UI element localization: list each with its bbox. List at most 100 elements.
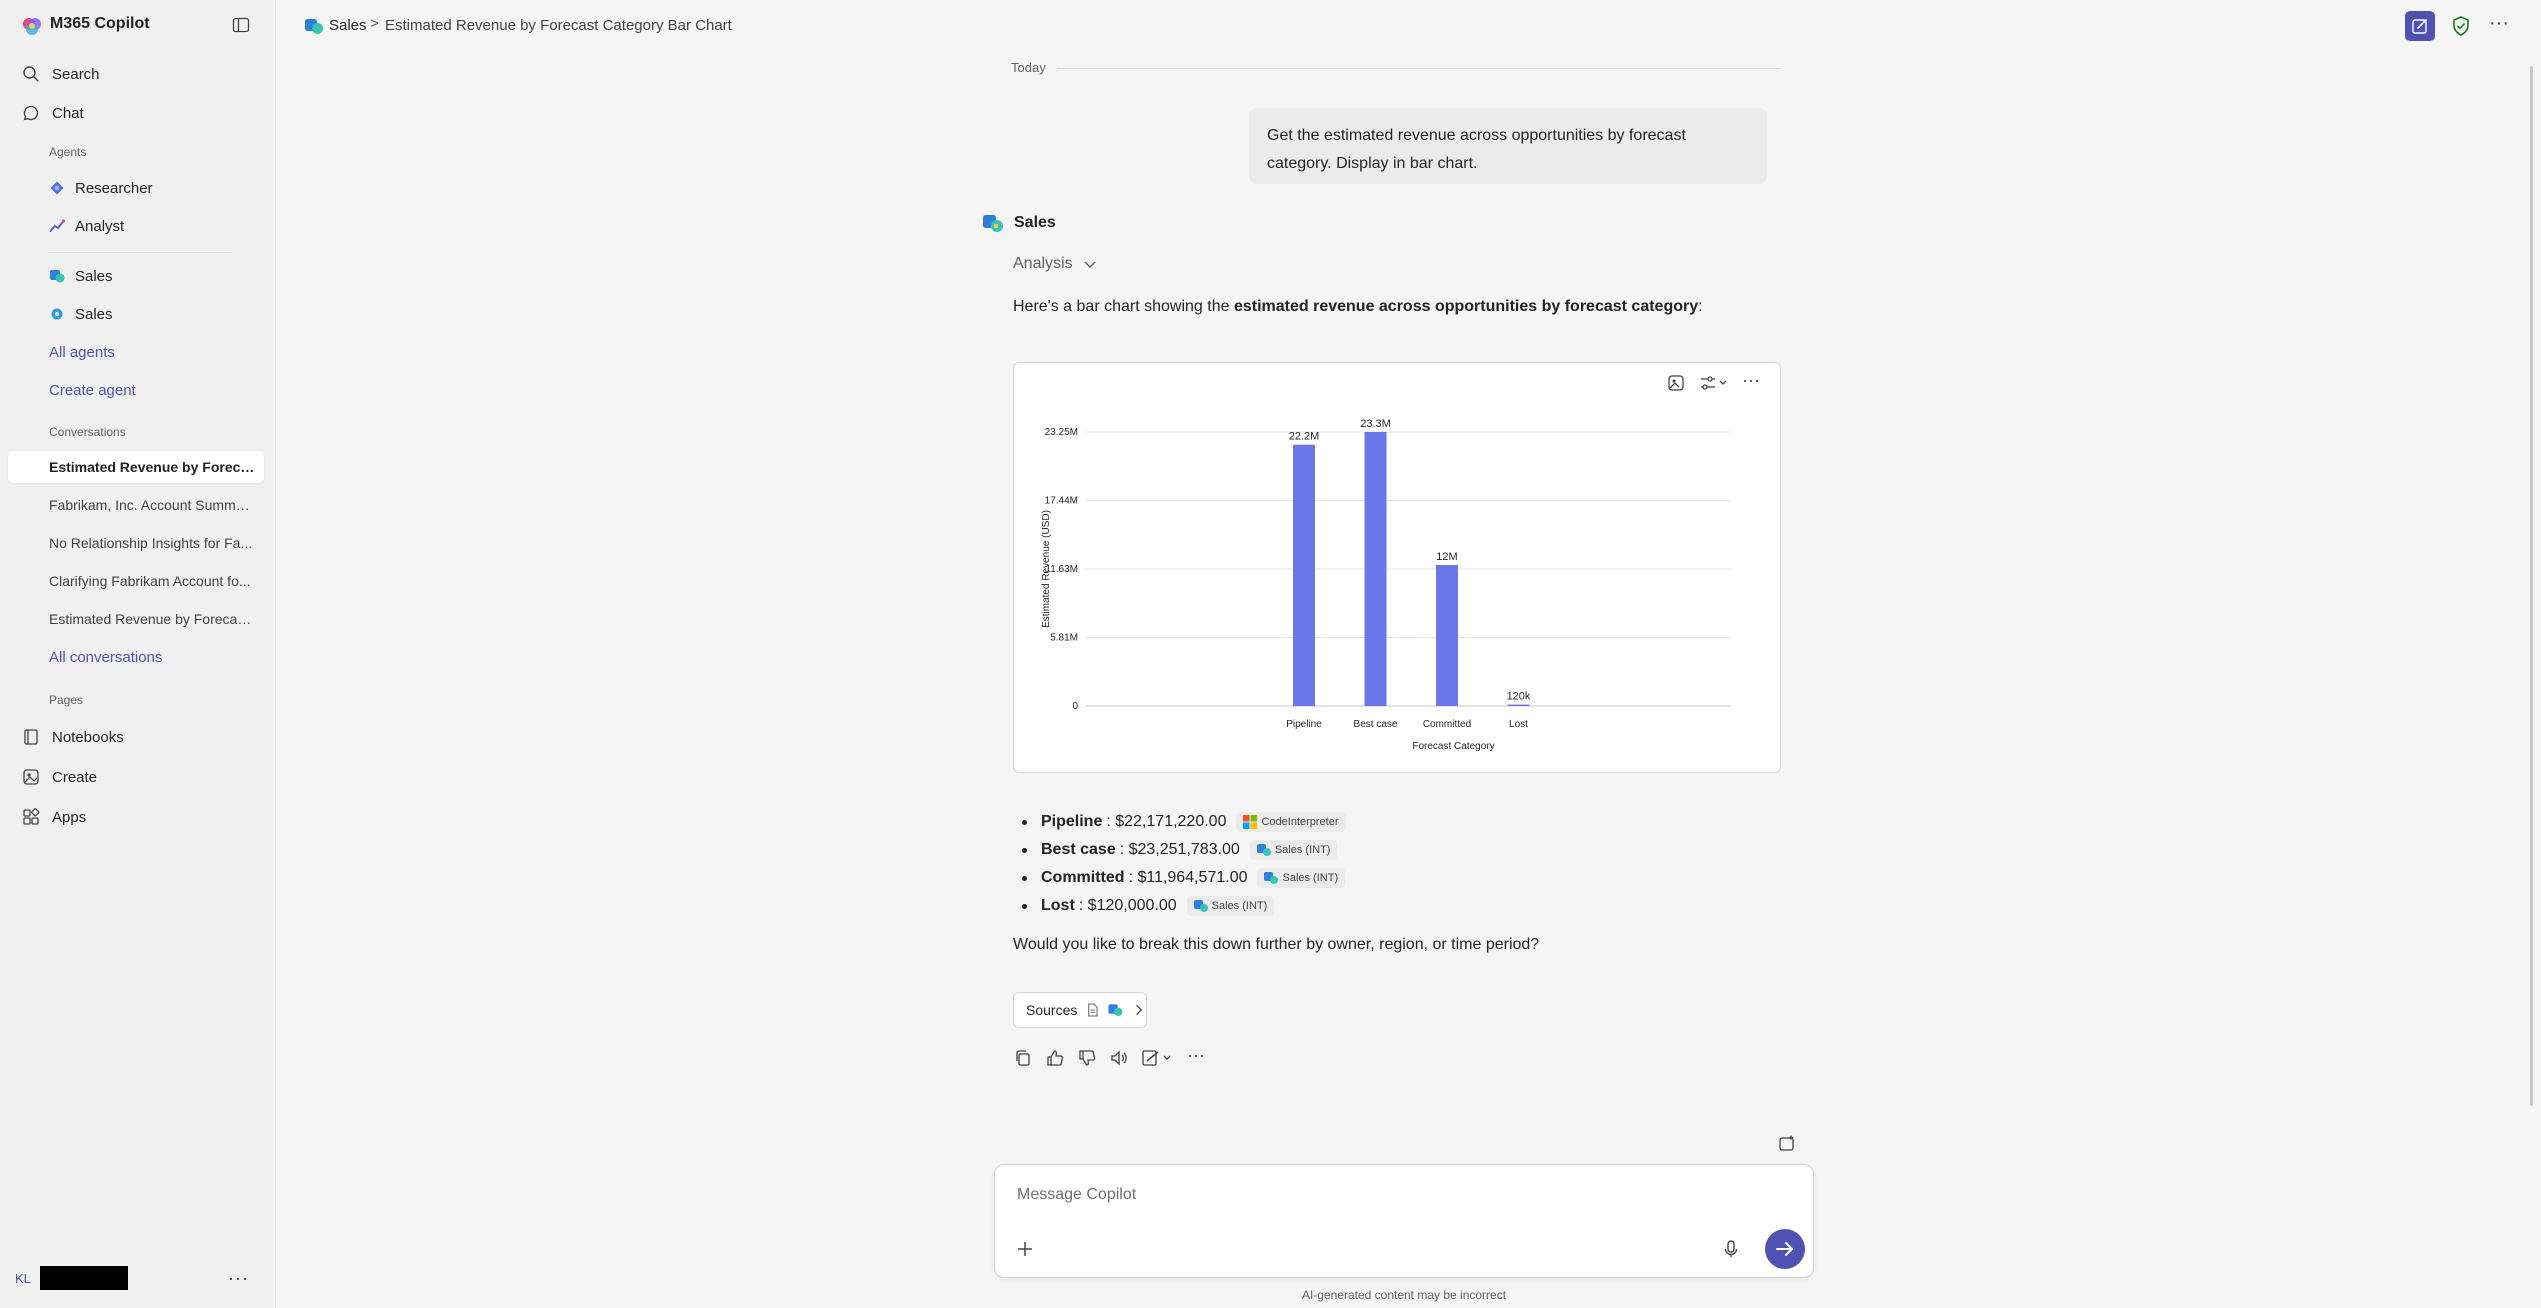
x-tick-label: Pipeline xyxy=(1286,719,1322,730)
app-root: M365 Copilot Search Chat Agents Research… xyxy=(0,0,2541,1308)
agent-header: Sales xyxy=(982,210,1056,236)
conversation-item[interactable]: Estimated Revenue by Foreca... xyxy=(8,451,264,483)
thumbs-up-icon[interactable] xyxy=(1045,1048,1065,1068)
list-item: Pipeline : $22,171,220.00 CodeInterprete… xyxy=(1013,808,1346,836)
conversation-item[interactable]: No Relationship Insights for Fa... xyxy=(8,527,264,559)
intro-suffix: : xyxy=(1698,298,1703,315)
more-options-icon[interactable]: ··· xyxy=(228,1268,249,1289)
apps-icon xyxy=(23,808,40,825)
y-tick-label: 17.44M xyxy=(1045,495,1078,506)
bar-chart: 05.81M11.63M17.44M23.25M 22.2MPipeline23.… xyxy=(1041,418,1731,752)
compose-icon xyxy=(2412,19,2427,34)
citation-badge[interactable]: Sales (INT) xyxy=(1249,840,1338,860)
account-footer[interactable]: KL ··· xyxy=(0,1262,276,1296)
breadcrumb-root[interactable]: Sales xyxy=(329,17,367,34)
create-agent-link[interactable]: Create agent xyxy=(8,374,264,406)
all-agents-link[interactable]: All agents xyxy=(8,336,264,368)
citation-label: Sales (INT) xyxy=(1211,900,1268,912)
prompt-suggestions-icon[interactable] xyxy=(1776,1132,1798,1154)
analyst-icon xyxy=(49,219,65,232)
thumbs-down-icon[interactable] xyxy=(1077,1048,1097,1068)
conversation-item[interactable]: Fabrikam, Inc. Account Summa... xyxy=(8,489,264,521)
agent-sales-1[interactable]: Sales xyxy=(8,260,264,292)
intro-prefix: Here's a bar chart showing the xyxy=(1013,298,1234,315)
y-tick-label: 23.25M xyxy=(1045,427,1078,438)
bar xyxy=(1507,704,1530,706)
all-conversations-label: All conversations xyxy=(49,648,163,666)
citation-label: CodeInterpreter xyxy=(1261,816,1339,828)
intro-bold: estimated revenue across opportunities b… xyxy=(1233,298,1699,315)
bar xyxy=(1436,564,1458,706)
agent-name: Sales xyxy=(1014,214,1056,231)
sales-icon xyxy=(1256,844,1271,856)
sales-icon xyxy=(51,308,63,320)
citation-badge[interactable]: Sales (INT) xyxy=(1186,896,1275,916)
edit-in-pages-icon[interactable] xyxy=(1141,1048,1175,1068)
copy-icon[interactable] xyxy=(1013,1048,1033,1068)
avatar[interactable]: KL xyxy=(15,1271,31,1286)
bar xyxy=(1364,431,1387,706)
nav-apps[interactable]: Apps xyxy=(8,801,264,833)
bullet-value: : $11,964,571.00 xyxy=(1128,869,1248,886)
citation-badge[interactable]: Sales (INT) xyxy=(1257,868,1346,888)
scrollbar[interactable] xyxy=(2528,56,2536,1126)
shield-icon[interactable] xyxy=(2449,14,2473,38)
followup-question: Would you like to break this down furthe… xyxy=(1013,936,1540,953)
citation-label: Sales (INT) xyxy=(1282,872,1339,884)
conversation-item[interactable]: Estimated Revenue by Forecas... xyxy=(8,603,264,635)
conversation-label: Estimated Revenue by Foreca... xyxy=(49,459,255,475)
all-conversations-link[interactable]: All conversations xyxy=(8,641,264,673)
conversation-label: Fabrikam, Inc. Account Summa... xyxy=(49,497,255,513)
arrow-right-icon xyxy=(1776,1242,1793,1256)
nav-notebooks[interactable]: Notebooks xyxy=(8,721,264,753)
agent-researcher[interactable]: Researcher xyxy=(8,172,264,204)
scrollbar-thumb[interactable] xyxy=(2530,66,2533,1106)
read-aloud-icon[interactable] xyxy=(1109,1048,1129,1068)
code-interpreter-icon xyxy=(1243,815,1258,829)
sidebar: M365 Copilot Search Chat Agents Research… xyxy=(0,0,276,1308)
analysis-toggle[interactable]: Analysis xyxy=(1013,255,1097,273)
sales-icon xyxy=(1193,900,1208,912)
sales-icon xyxy=(50,270,65,283)
x-tick-label: Best case xyxy=(1354,719,1398,730)
sources-button[interactable]: Sources xyxy=(1013,992,1147,1028)
sales-icon xyxy=(1264,872,1279,884)
bar xyxy=(1293,444,1315,706)
nav-create-label: Create xyxy=(52,768,98,786)
x-tick-label: Lost xyxy=(1509,719,1528,730)
agent-analyst[interactable]: Analyst xyxy=(8,210,264,242)
agent-analyst-label: Analyst xyxy=(75,217,125,235)
nav-create[interactable]: Create xyxy=(8,761,264,793)
revenue-list: Pipeline : $22,171,220.00 CodeInterprete… xyxy=(1013,808,1346,920)
bullet-label: Lost xyxy=(1041,897,1075,914)
user-message: Get the estimated revenue across opportu… xyxy=(1249,108,1767,184)
send-button[interactable] xyxy=(1765,1229,1805,1269)
more-options-icon[interactable]: ··· xyxy=(2489,12,2509,35)
more-options-icon[interactable]: ··· xyxy=(1187,1046,1207,1068)
y-axis-label: Estimated Revenue (USD) xyxy=(1041,510,1052,628)
date-label: Today xyxy=(1011,60,1046,75)
conversation-item[interactable]: Clarifying Fabrikam Account fo... xyxy=(8,565,264,597)
pages-section-label: Pages xyxy=(49,693,84,707)
data-label: 120k xyxy=(1507,691,1531,703)
bullet-value: : $22,171,220.00 xyxy=(1106,813,1227,830)
agent-sales-2-label: Sales xyxy=(75,305,113,323)
microphone-icon[interactable] xyxy=(1719,1237,1743,1261)
citation-badge[interactable]: CodeInterpreter xyxy=(1236,812,1346,832)
create-icon xyxy=(23,769,39,785)
copilot-logo-icon xyxy=(23,18,41,35)
nav-search[interactable]: Search xyxy=(8,58,264,90)
add-attachment-icon[interactable] xyxy=(1013,1237,1037,1261)
nav-notebooks-label: Notebooks xyxy=(52,728,124,746)
notebook-icon xyxy=(24,729,38,745)
new-chat-button[interactable] xyxy=(2405,11,2435,41)
sales-icon xyxy=(305,19,323,34)
bullet-value: : $23,251,783.00 xyxy=(1119,841,1240,858)
nav-chat[interactable]: Chat xyxy=(8,97,264,129)
sidebar-toggle-icon[interactable] xyxy=(232,16,250,34)
agent-sales-2[interactable]: Sales xyxy=(8,298,264,330)
y-tick-label: 0 xyxy=(1072,701,1078,712)
top-bar: Sales > Estimated Revenue by Forecast Ca… xyxy=(277,0,2541,52)
message-input[interactable] xyxy=(1015,1181,1775,1209)
sales-icon xyxy=(983,215,1003,232)
